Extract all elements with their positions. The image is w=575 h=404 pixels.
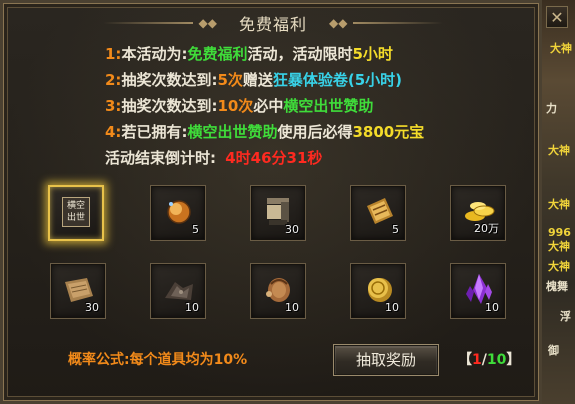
rule-text: 若已拥有: xyxy=(121,123,188,141)
rule-line-1: 1:本活动为:免费福利活动，活动限时5小时 xyxy=(105,41,424,67)
draw-counter: 【1/10】 xyxy=(458,349,520,369)
item-quantity: 10 xyxy=(485,301,499,314)
item-slot[interactable]: 10 xyxy=(450,263,506,319)
rule-highlight: 5次 xyxy=(217,71,243,89)
item-slot[interactable]: 30 xyxy=(50,263,106,319)
ornament-icon: ◆◆ xyxy=(329,16,348,30)
rule-highlight: 横空出世赞助 xyxy=(283,97,374,115)
scene-label: 大神 xyxy=(550,42,572,55)
item-slot[interactable]: 10 xyxy=(150,263,206,319)
rule-text: 抽奖次数达到: xyxy=(121,97,218,115)
item-slot[interactable]: 10 xyxy=(350,263,406,319)
item-slot-sponsor[interactable]: 横空 出世 xyxy=(48,185,104,241)
ornament-icon: ◆◆ xyxy=(198,16,217,30)
card-text: 出世 xyxy=(66,213,85,223)
rule-text: 使用后必得 xyxy=(277,123,353,141)
rule-highlight: 横空出世赞助 xyxy=(187,123,278,141)
title-divider xyxy=(353,22,444,24)
card-text: 横空 xyxy=(66,201,85,211)
rule-line-3: 3:抽奖次数达到:10次必中横空出世赞助 xyxy=(105,93,424,119)
scene-label: 大神 xyxy=(548,240,570,253)
item-quantity: 5 xyxy=(392,223,399,236)
rule-text: 赠送 xyxy=(242,71,273,89)
item-quantity: 10 xyxy=(285,301,299,314)
draw-reward-button[interactable]: 抽取奖励 xyxy=(333,344,439,376)
free-welfare-panel: ◆◆ 免费福利 ◆◆ 1:本活动为:免费福利活动，活动限时5小时 2:抽奖次数达… xyxy=(0,0,542,404)
item-slot[interactable]: 5 xyxy=(350,185,406,241)
sponsor-card-icon: 横空 出世 xyxy=(62,197,90,227)
scene-label: 大神 xyxy=(548,144,570,157)
rule-text: 本活动为: xyxy=(121,45,188,63)
item-quantity: 20万 xyxy=(474,222,499,235)
rule-highlight: 狂暴体验卷(5小时) xyxy=(272,71,403,89)
item-quantity: 5 xyxy=(192,223,199,236)
rule-line-4: 4:若已拥有:横空出世赞助使用后必得3800元宝 xyxy=(105,119,424,145)
rule-number: 1: xyxy=(105,45,122,63)
rule-highlight: 3800元宝 xyxy=(352,123,425,141)
rule-number: 4: xyxy=(105,123,122,141)
scene-label: 御 xyxy=(548,344,559,357)
scene-label: 槐舞 xyxy=(546,280,568,293)
item-slot[interactable]: 20万 xyxy=(450,185,506,241)
rule-line-2: 2:抽奖次数达到:5次赠送狂暴体验卷(5小时) xyxy=(105,67,424,93)
rules-list: 1:本活动为:免费福利活动，活动限时5小时 2:抽奖次数达到:5次赠送狂暴体验卷… xyxy=(105,41,424,171)
countdown-line: 活动结束倒计时: 4时46分31秒 xyxy=(105,145,424,171)
probability-formula: 概率公式:每个道具均为10% xyxy=(68,352,248,368)
item-quantity: 30 xyxy=(85,301,99,314)
rule-text: 活动，活动限时 xyxy=(247,45,353,63)
title-bar: ◆◆ 免费福利 ◆◆ xyxy=(103,9,444,37)
rule-highlight: 10次 xyxy=(217,97,254,115)
counter-total: 10 xyxy=(486,352,507,368)
panel-title: 免费福利 xyxy=(239,15,308,34)
item-quantity: 10 xyxy=(185,301,199,314)
counter-current: 1 xyxy=(472,352,482,368)
rule-text: 抽奖次数达到: xyxy=(121,71,218,89)
item-slot[interactable]: 5 xyxy=(150,185,206,241)
title-divider xyxy=(103,22,193,24)
rule-highlight: 免费福利 xyxy=(187,45,248,63)
rule-number: 2: xyxy=(105,71,122,89)
close-icon[interactable]: ✕ xyxy=(546,6,568,28)
counter-bracket-close: 】 xyxy=(506,352,521,368)
scene-label: 大神 xyxy=(548,260,570,273)
countdown-value: 4时46分31秒 xyxy=(225,149,323,167)
counter-bracket-open: 【 xyxy=(458,352,472,368)
rule-text: 必中 xyxy=(253,97,284,115)
item-slot[interactable]: 10 xyxy=(250,263,306,319)
scene-label: 力 xyxy=(546,102,557,115)
countdown-label: 活动结束倒计时: xyxy=(105,149,216,167)
item-slot[interactable]: 30 xyxy=(250,185,306,241)
scene-label: 浮 xyxy=(560,310,571,323)
scene-label: 大神 xyxy=(548,198,570,211)
rule-highlight: 5小时 xyxy=(352,45,393,63)
item-quantity: 30 xyxy=(285,223,299,236)
item-quantity: 10 xyxy=(385,301,399,314)
rule-number: 3: xyxy=(105,97,122,115)
